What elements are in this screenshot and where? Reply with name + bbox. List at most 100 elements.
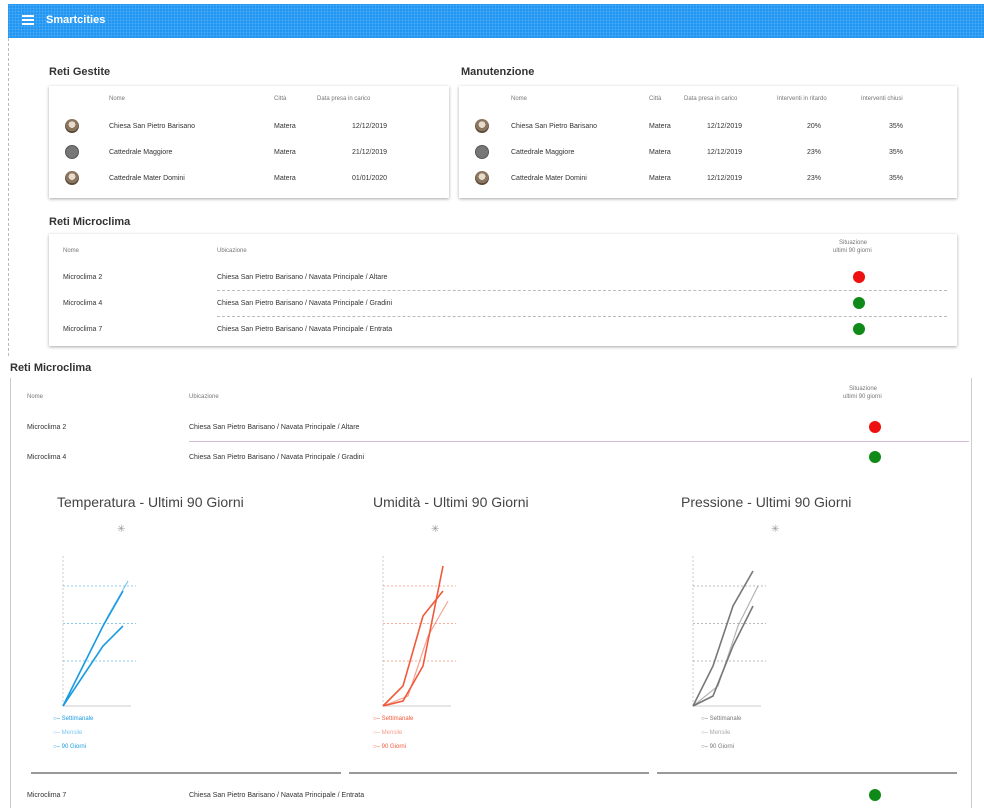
legend-item[interactable]: ○– 90 Giorni <box>701 744 734 750</box>
avatar <box>65 145 79 159</box>
reti-microclima-card: Nome Ubicazione Situazione ultimi 90 gio… <box>49 234 957 346</box>
table-cell-ubicazione: Chiesa San Pietro Barisano / Navata Prin… <box>189 454 365 461</box>
table-cell-nome[interactable]: Microclima 2 <box>63 274 102 281</box>
legend-item[interactable]: ○– 90 Giorni <box>53 744 86 750</box>
chart-title-temperatura: Temperatura - Ultimi 90 Giorni <box>57 494 244 510</box>
manutenzione-card: Nome Città Data presa in carico Interven… <box>459 86 957 198</box>
col-header-nome: Nome <box>109 96 126 102</box>
umidita-chart <box>382 556 456 707</box>
col-header-situazione: Situazione <box>849 386 878 392</box>
col-header-data: Data presa in carico <box>684 96 738 102</box>
table-cell-nome[interactable]: Chiesa San Pietro Barisano <box>511 123 597 130</box>
hamburger-menu-icon[interactable] <box>22 15 34 25</box>
status-dot-red <box>853 271 865 283</box>
table-cell-citta: Matera <box>649 149 671 156</box>
table-cell-nome[interactable]: Microclima 4 <box>63 300 102 307</box>
table-cell-nome[interactable]: Cattedrale Maggiore <box>511 149 574 156</box>
status-dot-green <box>853 297 865 309</box>
chart-divider <box>31 772 341 774</box>
chart-title-pressione: Pressione - Ultimi 90 Giorni <box>681 494 852 510</box>
table-cell-nome[interactable]: Microclima 7 <box>27 792 66 799</box>
row-divider <box>217 316 947 317</box>
table-cell-ritardo: 20% <box>807 123 822 130</box>
reti-gestite-card: Nome Città Data presa in carico Chiesa S… <box>49 86 449 198</box>
legend-item[interactable]: ○– Mensile <box>53 730 82 736</box>
col-header-situazione: Situazione <box>839 240 868 246</box>
app-title: Smartcities <box>46 14 106 26</box>
series-line <box>62 625 124 707</box>
status-dot-green <box>869 451 881 463</box>
table-cell-data: 12/12/2019 <box>707 149 743 156</box>
table-cell-ubicazione: Chiesa San Pietro Barisano / Navata Prin… <box>217 326 393 333</box>
status-dot-green <box>869 789 881 801</box>
col-header-situazione-sub: ultimi 90 giorni <box>833 248 872 254</box>
series-line <box>692 605 754 707</box>
table-cell-chiusi: 35% <box>889 123 904 130</box>
col-header-chiusi: Interventi chiusi <box>861 96 903 102</box>
table-cell-citta: Matera <box>274 149 296 156</box>
table-cell-data: 12/12/2019 <box>707 123 743 130</box>
col-header-situazione-sub: ultimi 90 giorni <box>843 394 882 400</box>
table-cell-data: 01/01/2020 <box>352 175 388 182</box>
table-cell-data: 21/12/2019 <box>352 149 388 156</box>
table-cell-nome[interactable]: Cattedrale Maggiore <box>109 149 172 156</box>
legend-item[interactable]: ○– 90 Giorni <box>373 744 406 750</box>
legend-item[interactable]: ○– Mensile <box>373 730 402 736</box>
table-cell-nome[interactable]: Microclima 2 <box>27 424 66 431</box>
avatar <box>475 171 489 185</box>
reti-microclima-title: Reti Microclima <box>49 216 131 228</box>
manutenzione-title: Manutenzione <box>461 66 535 78</box>
reti-gestite-title: Reti Gestite <box>49 66 111 78</box>
table-cell-nome[interactable]: Cattedrale Mater Domini <box>511 175 587 182</box>
table-cell-nome[interactable]: Chiesa San Pietro Barisano <box>109 123 195 130</box>
legend-item[interactable]: ○– Settimanale <box>53 716 93 722</box>
table-cell-ubicazione: Chiesa San Pietro Barisano / Navata Prin… <box>189 424 360 431</box>
legend-item[interactable]: ○– Settimanale <box>701 716 741 722</box>
status-dot-green <box>853 323 865 335</box>
col-header-nome: Nome <box>63 248 80 254</box>
table-cell-data: 12/12/2019 <box>352 123 388 130</box>
table-cell-nome[interactable]: Microclima 4 <box>27 454 66 461</box>
table-cell-ritardo: 23% <box>807 175 822 182</box>
col-header-ubicazione: Ubicazione <box>217 248 247 254</box>
asterisk-icon: ✳ <box>771 524 780 535</box>
series-line <box>692 570 754 707</box>
chart-divider <box>657 772 957 774</box>
col-header-citta: Città <box>649 96 662 102</box>
app-bar: Smartcities <box>8 4 984 38</box>
avatar <box>65 119 79 133</box>
asterisk-icon: ✳ <box>431 524 440 535</box>
avatar <box>65 171 79 185</box>
avatar <box>475 145 489 159</box>
detail-panel: Nome Ubicazione Situazione ultimi 90 gio… <box>10 378 972 808</box>
asterisk-icon: ✳ <box>117 524 126 535</box>
table-cell-citta: Matera <box>274 175 296 182</box>
dashboard-upper: Reti Gestite Nome Città Data presa in ca… <box>8 38 984 356</box>
col-header-ubicazione: Ubicazione <box>189 394 219 400</box>
status-dot-red <box>869 421 881 433</box>
legend-item[interactable]: ○– Mensile <box>701 730 730 736</box>
col-header-citta: Città <box>274 96 287 102</box>
legend-item[interactable]: ○– Settimanale <box>373 716 413 722</box>
temperatura-chart <box>62 556 136 707</box>
table-cell-ubicazione: Chiesa San Pietro Barisano / Navata Prin… <box>217 300 393 307</box>
avatar <box>475 119 489 133</box>
table-cell-citta: Matera <box>649 123 671 130</box>
row-divider <box>217 290 947 291</box>
table-cell-nome[interactable]: Microclima 7 <box>63 326 102 333</box>
table-cell-ubicazione: Chiesa San Pietro Barisano / Navata Prin… <box>217 274 388 281</box>
detail-title: Reti Microclima <box>10 362 92 374</box>
col-header-nome: Nome <box>27 394 44 400</box>
pressione-chart <box>692 556 766 707</box>
table-cell-citta: Matera <box>274 123 296 130</box>
col-header-ritardo: Interventi in ritardo <box>777 96 827 102</box>
table-cell-nome[interactable]: Cattedrale Mater Domini <box>109 175 185 182</box>
chart-divider <box>349 772 649 774</box>
series-line <box>382 600 449 707</box>
table-cell-citta: Matera <box>649 175 671 182</box>
table-cell-chiusi: 35% <box>889 149 904 156</box>
series-line <box>382 565 444 707</box>
table-cell-data: 12/12/2019 <box>707 175 743 182</box>
row-divider <box>189 441 969 442</box>
chart-title-umidita: Umidità - Ultimi 90 Giorni <box>373 494 529 510</box>
